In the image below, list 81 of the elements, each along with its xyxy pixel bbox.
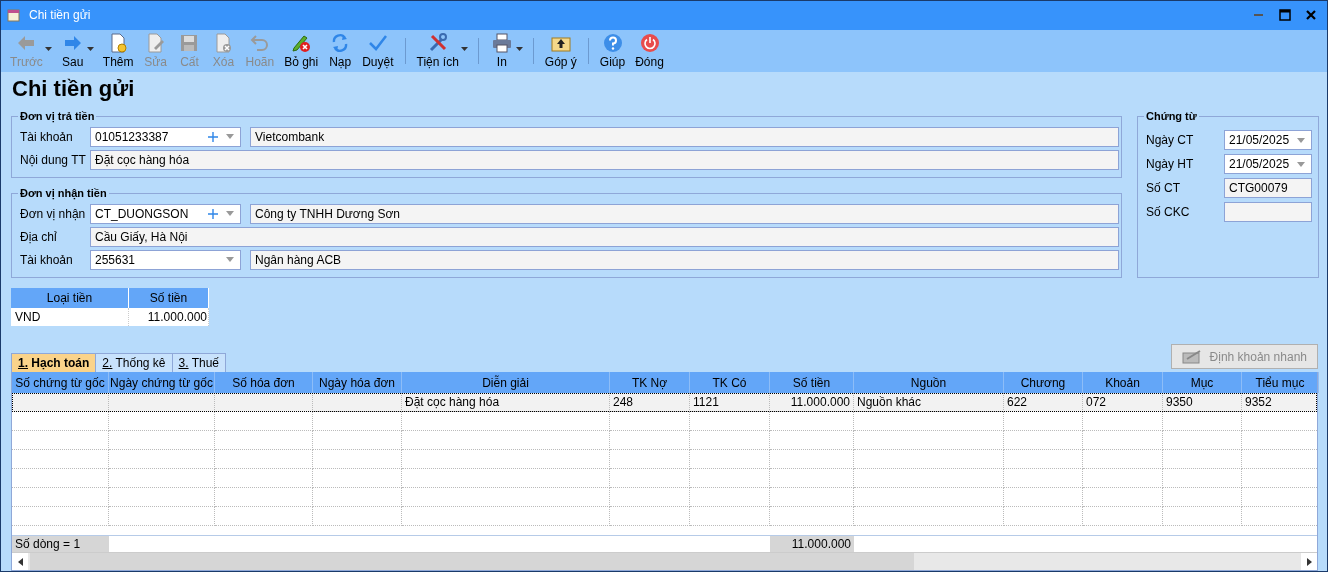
toolbar-button[interactable]: Góp ý — [539, 30, 582, 71]
dropdown-arrow-icon[interactable] — [226, 211, 234, 216]
toolbar-button[interactable]: Giúp — [594, 30, 631, 71]
table-cell: 11.000.000 — [128, 308, 209, 326]
table-cell: VND — [11, 308, 129, 326]
dropdown-arrow-icon[interactable] — [226, 134, 234, 139]
table-cell: 248 — [610, 393, 690, 412]
dropdown-arrow-icon[interactable] — [1297, 137, 1305, 143]
toolbar-button[interactable]: Thêm — [97, 30, 139, 71]
caret-icon[interactable] — [86, 46, 94, 51]
tab[interactable]: 2. Thống kê — [95, 353, 173, 372]
column-header: Loại tiền — [11, 288, 129, 308]
toolbar-button[interactable]: Duyệt — [357, 30, 399, 71]
date-field[interactable]: 21/05/2025 — [1224, 154, 1312, 174]
table-cell: Đặt cọc hàng hóa — [402, 393, 610, 412]
close-icon[interactable] — [1305, 9, 1317, 22]
table-cell: 11.000.000 — [770, 393, 854, 412]
caret-icon[interactable] — [460, 46, 468, 51]
caret-icon[interactable] — [515, 46, 523, 51]
group-title: Đơn vị trả tiền — [19, 110, 96, 122]
text-field[interactable]: Ngân hàng ACB — [250, 249, 1119, 270]
table-row[interactable]: Đặt cọc hàng hóa 248 1121 11.000.000 Nguồn khác 622 072 9350 9352 — [12, 393, 1317, 412]
text-field[interactable] — [1224, 202, 1312, 222]
table-cell: 1121 — [690, 393, 770, 412]
text-field[interactable]: Đặt cọc hàng hóa — [90, 149, 1119, 170]
scroll-left-icon[interactable] — [17, 557, 23, 566]
scroll-right-icon[interactable] — [1306, 557, 1312, 566]
dropdown-arrow-icon[interactable] — [1297, 161, 1305, 167]
toolbar-button[interactable]: Tiện ích — [411, 30, 464, 71]
field-label: Đơn vị nhận — [20, 206, 87, 221]
add-icon[interactable] — [208, 131, 218, 142]
field-label: Tài khoản — [20, 129, 74, 144]
table-cell: Nguồn khác — [854, 393, 1004, 412]
field-label: Tài khoản — [20, 252, 74, 267]
toolbar-button[interactable]: In — [484, 30, 519, 71]
maximize-icon[interactable] — [1279, 9, 1291, 22]
combo-box[interactable]: 01051233387 — [90, 126, 241, 147]
toolbar-button[interactable]: Sau — [55, 30, 90, 71]
new-document-icon — [108, 32, 129, 53]
add-icon[interactable] — [208, 208, 218, 219]
undo-icon — [249, 32, 270, 53]
save-icon — [179, 32, 200, 53]
text-field[interactable]: Cầu Giấy, Hà Nội — [90, 226, 1119, 247]
card-icon — [1181, 349, 1202, 364]
toolbar-button[interactable]: Nạp — [323, 30, 358, 71]
table-cell: 072 — [1083, 393, 1163, 412]
app-icon — [7, 8, 21, 23]
group-title: Đơn vị nhận tiền — [19, 187, 108, 199]
field-label: Nội dung TT — [20, 152, 87, 167]
column-header: Số tiền — [128, 288, 209, 308]
text-field[interactable]: CTG00079 — [1224, 178, 1312, 198]
group-title: Chứng từ — [1145, 110, 1198, 122]
horizontal-scrollbar[interactable] — [12, 552, 1317, 570]
combo-box[interactable]: 255631 — [90, 249, 241, 270]
tab[interactable]: 3. Thuế — [171, 353, 226, 372]
printer-icon — [491, 32, 512, 53]
tab[interactable]: 1. Hạch toán — [11, 353, 97, 372]
page-title: Chi tiền gửi — [12, 76, 136, 102]
table-cell: 622 — [1004, 393, 1083, 412]
text-field[interactable]: Công ty TNHH Dương Sơn — [250, 203, 1119, 224]
edit-document-icon — [145, 32, 166, 53]
date-field[interactable]: 21/05/2025 — [1224, 130, 1312, 150]
toolbar-button[interactable]: Đóng — [630, 30, 669, 71]
row-count: Số dòng = 1 — [12, 536, 109, 552]
text-field[interactable]: Vietcombank — [250, 126, 1119, 147]
total-amount: 11.000.000 — [770, 536, 854, 552]
power-icon — [639, 32, 660, 53]
table-cell: 9352 — [1242, 393, 1317, 412]
table-cell: 9350 — [1163, 393, 1242, 412]
field-label: Số CT — [1146, 181, 1181, 195]
field-label: Ngày HT — [1146, 157, 1195, 171]
field-label: Ngày CT — [1146, 133, 1195, 147]
field-label: Số CKC — [1146, 205, 1191, 219]
dropdown-arrow-icon[interactable] — [226, 257, 234, 262]
toolbar-button[interactable]: Bỏ ghi — [279, 30, 324, 71]
tools-icon — [427, 32, 448, 53]
delete-document-icon — [213, 32, 234, 53]
combo-box[interactable]: CT_DUONGSON — [90, 203, 241, 224]
window-title: Chi tiền gửi — [29, 8, 92, 23]
help-icon — [602, 32, 623, 53]
field-label: Địa chỉ — [20, 229, 58, 244]
